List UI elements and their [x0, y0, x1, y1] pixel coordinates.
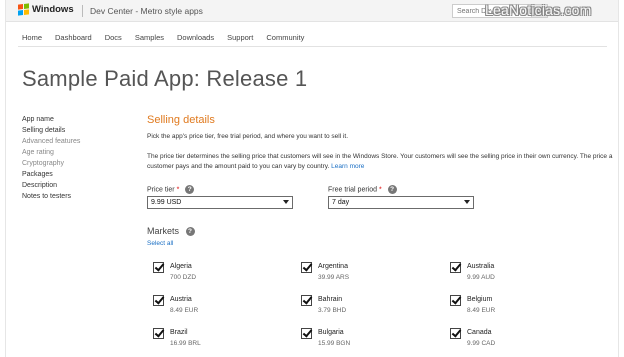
learn-more-link[interactable]: Learn more — [331, 163, 364, 170]
market-item[interactable]: Bulgaria 15.99 BGN — [301, 328, 441, 356]
menu-item-packages[interactable]: Packages — [22, 169, 80, 180]
market-name: Austria — [170, 296, 192, 303]
help-icon[interactable]: ? — [185, 185, 195, 194]
page-title: Sample Paid App: Release 1 — [22, 66, 308, 91]
market-item[interactable]: Bahrain 3.79 BHD — [301, 295, 441, 323]
checkbox[interactable] — [153, 262, 164, 273]
top-bar: Windows Dev Center - Metro style apps Le… — [6, 0, 618, 22]
required-mark: * — [176, 186, 180, 194]
nav-docs[interactable]: Docs — [105, 33, 122, 42]
market-name: Canada — [467, 329, 492, 336]
brand-name: Windows — [32, 4, 74, 15]
checkbox[interactable] — [301, 262, 312, 273]
menu-item-notes-to-testers[interactable]: Notes to testers — [22, 191, 80, 202]
market-name: Bahrain — [318, 296, 343, 303]
nav-downloads[interactable]: Downloads — [177, 33, 214, 42]
nav-support[interactable]: Support — [227, 33, 253, 42]
checkbox[interactable] — [450, 262, 461, 273]
market-price: 9.99 CAD — [467, 340, 496, 347]
price-description: The price tier determines the selling pr… — [147, 152, 617, 172]
nav-home[interactable]: Home — [22, 33, 42, 42]
market-price: 15.99 BGN — [318, 340, 351, 347]
intro-text: Pick the app's price tier, free trial pe… — [147, 133, 349, 140]
market-name: Bulgaria — [318, 329, 344, 336]
market-item[interactable]: Argentina 39.99 ARS — [301, 262, 441, 290]
menu-item-app-name[interactable]: App name — [22, 114, 80, 125]
main-nav: Home Dashboard Docs Samples Downloads Su… — [22, 33, 304, 42]
nav-community[interactable]: Community — [266, 33, 304, 42]
browser-page: Windows Dev Center - Metro style apps Le… — [5, 0, 619, 357]
checkbox[interactable] — [301, 295, 312, 306]
checkbox[interactable] — [301, 328, 312, 339]
nav-samples[interactable]: Samples — [135, 33, 164, 42]
market-item[interactable]: Algeria 700 DZD — [153, 262, 293, 290]
help-icon[interactable]: ? — [185, 227, 195, 237]
section-title: Selling details — [147, 114, 215, 126]
checkbox[interactable] — [450, 295, 461, 306]
help-icon[interactable]: ? — [387, 185, 397, 194]
market-name: Brazil — [170, 329, 188, 336]
price-tier-label: Price tier * ? — [147, 185, 195, 194]
trial-value: 7 day — [332, 199, 350, 206]
markets-label: Markets — [147, 226, 180, 236]
market-name: Australia — [467, 263, 495, 270]
market-price: 700 DZD — [170, 274, 197, 281]
windows-flag-icon — [18, 3, 29, 16]
select-all-link[interactable]: Select all — [147, 240, 173, 247]
checkbox[interactable] — [450, 328, 461, 339]
menu-item-selling-details[interactable]: Selling details — [22, 125, 80, 136]
price-tier-select[interactable]: 9.99 USD — [147, 196, 293, 209]
price-tier-text: Price tier — [147, 186, 175, 194]
market-item[interactable]: Belgium 8.49 EUR — [450, 295, 590, 323]
required-mark: * — [378, 186, 382, 194]
dev-center-link[interactable]: Dev Center - Metro style apps — [90, 6, 203, 16]
menu-item-advanced-features[interactable]: Advanced features — [22, 136, 80, 147]
checkbox[interactable] — [153, 328, 164, 339]
chevron-down-icon — [464, 200, 470, 204]
market-item[interactable]: Austria 8.49 EUR — [153, 295, 293, 323]
market-price: 39.99 ARS — [318, 274, 350, 281]
market-price: 9.99 AUD — [467, 274, 495, 281]
market-price: 8.49 EUR — [467, 307, 496, 314]
left-menu: App name Selling details Advanced featur… — [22, 114, 80, 202]
market-name: Argentina — [318, 263, 348, 270]
price-tier-value: 9.99 USD — [151, 199, 182, 206]
watermark-text: LeaNoticias.com — [485, 2, 592, 18]
market-price: 3.79 BHD — [318, 307, 347, 314]
header-divider — [82, 5, 83, 17]
nav-dashboard[interactable]: Dashboard — [55, 33, 92, 42]
menu-item-cryptography[interactable]: Cryptography — [22, 158, 80, 169]
market-price: 8.49 EUR — [170, 307, 199, 314]
market-name: Belgium — [467, 296, 493, 303]
market-name: Algeria — [170, 263, 192, 270]
markets-heading: Markets ? — [147, 226, 195, 237]
windows-logo[interactable]: Windows — [18, 3, 74, 16]
chevron-down-icon — [283, 200, 289, 204]
trial-select[interactable]: 7 day — [328, 196, 474, 209]
description-text: The price tier determines the selling pr… — [147, 153, 613, 170]
nav-divider — [18, 46, 607, 47]
checkbox[interactable] — [153, 295, 164, 306]
trial-text: Free trial period — [328, 186, 378, 194]
trial-label: Free trial period * ? — [328, 185, 397, 194]
menu-item-age-rating[interactable]: Age rating — [22, 147, 80, 158]
market-item[interactable]: Brazil 16.99 BRL — [153, 328, 293, 356]
market-price: 16.99 BRL — [170, 340, 201, 347]
market-item[interactable]: Australia 9.99 AUD — [450, 262, 590, 290]
market-item[interactable]: Canada 9.99 CAD — [450, 328, 590, 356]
menu-item-description[interactable]: Description — [22, 180, 80, 191]
selling-details-section: Selling details Pick the app's price tie… — [147, 114, 617, 347]
